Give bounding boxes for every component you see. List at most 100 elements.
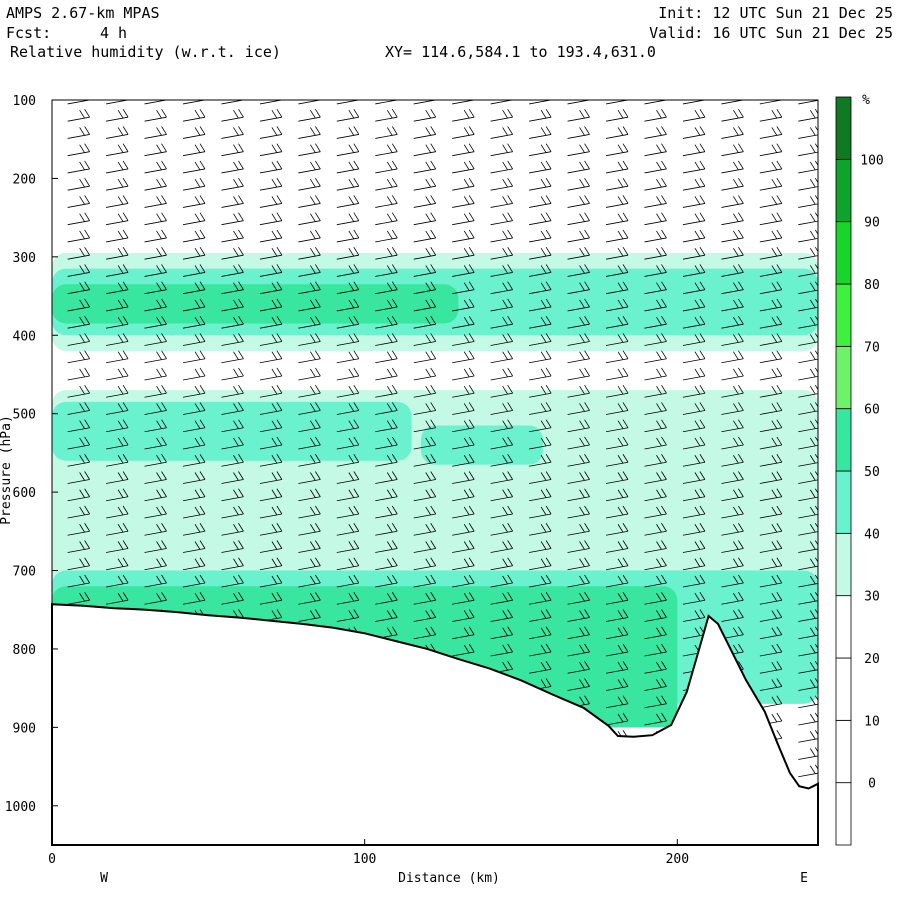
wind-barb — [67, 160, 90, 174]
wind-barb — [490, 143, 513, 157]
wind-barb — [644, 143, 667, 157]
wind-barb — [336, 212, 360, 226]
wind-barb — [106, 108, 129, 122]
wind-barb — [759, 177, 783, 191]
wind-barb — [221, 350, 244, 364]
wind-barb — [413, 160, 437, 174]
wind-barb — [798, 212, 818, 226]
wind-barb — [644, 108, 667, 122]
colorbar-label: 40 — [864, 527, 880, 542]
wind-barb — [529, 126, 552, 139]
wind-barb — [144, 108, 167, 122]
wind-barb — [298, 160, 321, 174]
wind-barb — [336, 143, 360, 157]
colorbar-box — [835, 408, 852, 472]
wind-barb — [490, 229, 513, 243]
wind-barb — [259, 108, 283, 122]
wind-barb — [798, 350, 818, 364]
wind-barb — [798, 367, 818, 381]
wind-barb — [759, 212, 783, 226]
wind-barb — [413, 212, 437, 226]
wind-barb — [413, 108, 437, 122]
wind-barb — [759, 160, 783, 174]
plot-area: 100 200 300 400 500 600 700 800 900 1000 0 100 200 — [5, 94, 819, 867]
wind-barb — [798, 195, 818, 208]
wind-barb — [106, 195, 129, 208]
wind-barb — [605, 212, 629, 226]
wind-barb — [221, 195, 244, 208]
wind-barb — [721, 100, 744, 105]
wind-barb — [682, 229, 706, 243]
wind-barb — [182, 126, 206, 139]
wind-barb — [452, 177, 475, 191]
wind-barb — [106, 126, 129, 139]
wind-barb — [182, 160, 206, 174]
wind-barb — [798, 177, 818, 191]
wind-barb — [682, 367, 706, 381]
wind-barb — [452, 229, 475, 243]
wind-barb — [721, 367, 744, 381]
wind-barb — [336, 108, 360, 122]
wind-barb — [259, 367, 283, 381]
wind-barb — [721, 126, 744, 139]
wind-barb — [682, 160, 706, 174]
wind-barb — [413, 195, 437, 208]
wind-barb — [336, 350, 360, 364]
west-label: W — [100, 871, 108, 886]
wind-barb — [567, 126, 590, 139]
wind-barb — [298, 108, 321, 122]
wind-barb — [182, 143, 206, 157]
wind-barb — [798, 712, 818, 726]
wind-barb — [67, 126, 90, 139]
wind-barb — [259, 350, 283, 364]
rh-band-50 — [52, 284, 459, 324]
wind-barb — [298, 350, 321, 364]
wind-barb — [144, 100, 167, 105]
wind-barb — [605, 143, 629, 157]
wind-barb — [529, 367, 552, 381]
colorbar-box — [835, 96, 852, 160]
colorbar-label: 70 — [864, 340, 880, 355]
wind-barb — [375, 126, 398, 139]
y-tick-label: 200 — [13, 172, 36, 187]
wind-barb — [67, 350, 90, 364]
wind-barb — [567, 143, 590, 157]
wind-barb — [644, 212, 667, 226]
colorbar-label: 80 — [864, 278, 880, 293]
wind-barb — [605, 160, 629, 174]
wind-barb — [567, 229, 590, 243]
wind-barb — [298, 100, 321, 105]
colorbar-label: 0 — [868, 777, 876, 792]
wind-barb — [529, 195, 552, 208]
y-axis-label: Pressure (hPa) — [0, 415, 14, 525]
wind-barb — [759, 229, 783, 243]
wind-barb — [798, 730, 818, 743]
wind-barb — [67, 100, 90, 105]
rh-band-40 — [420, 425, 543, 465]
wind-barb — [490, 126, 513, 139]
wind-barb — [452, 143, 475, 157]
wind-barb — [106, 100, 129, 105]
wind-barb — [336, 100, 359, 105]
wind-barb — [452, 195, 475, 208]
wind-barb — [682, 350, 706, 364]
wind-barb — [221, 160, 244, 174]
wind-barb — [682, 195, 706, 208]
wind-barb — [413, 367, 437, 381]
colorbar-box — [835, 221, 852, 285]
wind-barb — [452, 212, 475, 226]
colorbar-box — [835, 283, 852, 347]
wind-barb — [144, 195, 167, 208]
wind-barb — [759, 367, 783, 381]
wind-barb — [67, 108, 90, 122]
wind-barb — [490, 350, 513, 364]
colorbar-box — [835, 532, 852, 597]
wind-barb — [529, 177, 552, 191]
wind-barb — [259, 229, 283, 243]
x-tick-label: 100 — [353, 852, 376, 867]
colorbar-unit: % — [862, 93, 870, 108]
wind-barb — [759, 143, 783, 157]
y-tick-label: 700 — [13, 565, 36, 580]
y-tick-label: 500 — [13, 408, 36, 423]
wind-barb — [375, 108, 398, 122]
